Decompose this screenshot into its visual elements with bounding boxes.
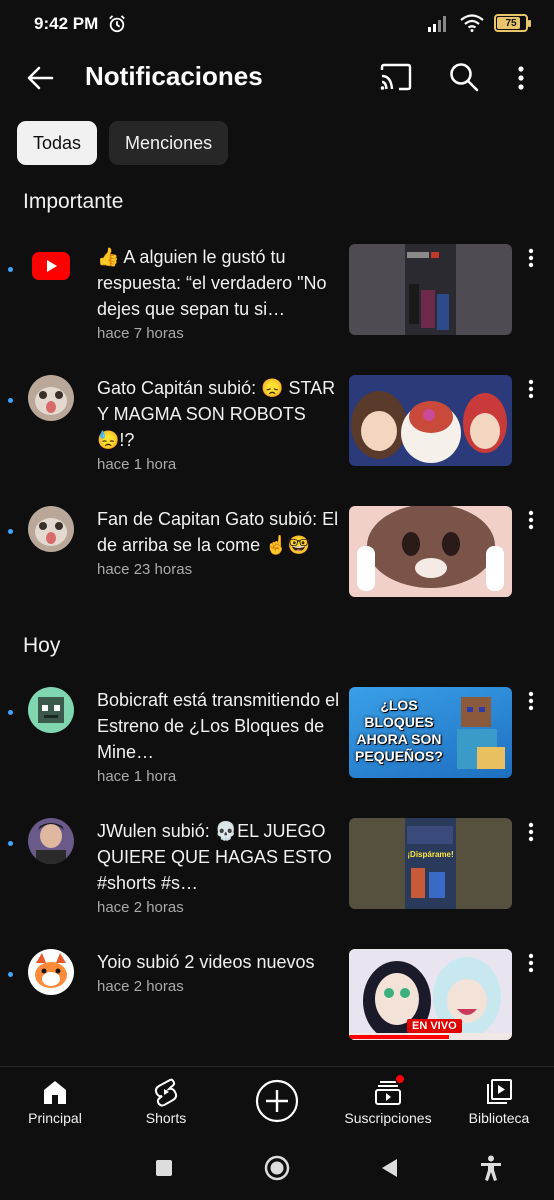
nav-biblioteca[interactable]: Biblioteca — [444, 1067, 554, 1137]
notification-time: hace 2 horas — [97, 978, 184, 995]
video-thumbnail[interactable]: EN VIVO — [349, 949, 512, 1040]
section-title-hoy: Hoy — [23, 634, 61, 657]
cast-icon[interactable] — [378, 60, 414, 96]
notification-text: Bobicraft está transmitiendo el Estreno … — [97, 687, 342, 785]
channel-avatar[interactable] — [28, 506, 74, 552]
nav-suscripciones[interactable]: Suscripciones — [333, 1067, 443, 1137]
thumbnail-art — [405, 818, 456, 909]
notification-time: hace 7 horas — [97, 325, 184, 342]
page-title: Notificaciones — [85, 61, 263, 91]
system-nav-bar — [0, 1136, 554, 1200]
notification-title: Yoio subió 2 videos nuevos — [97, 952, 315, 972]
accessibility-icon[interactable] — [477, 1154, 505, 1182]
status-time: 9:42 PM — [34, 14, 99, 33]
back-triangle-icon[interactable] — [376, 1154, 404, 1182]
notification-text: JWulen subió: 💀EL JUEGO QUIERE QUE HAGAS… — [97, 818, 342, 916]
video-thumbnail[interactable] — [349, 244, 512, 335]
battery-icon: 75 — [494, 14, 531, 32]
notification-item[interactable]: JWulen subió: 💀EL JUEGO QUIERE QUE HAGAS… — [0, 818, 554, 918]
signal-icon — [428, 16, 446, 32]
notification-title: Fan de Capitan Gato subió: El de arriba … — [97, 509, 339, 555]
filter-chips: Todas Menciones — [17, 121, 229, 165]
item-more-icon[interactable] — [521, 508, 541, 532]
thumbnail-text: ¿LOS BLOQUES AHORA SON PEQUEÑOS? — [355, 697, 443, 764]
item-more-icon[interactable] — [521, 951, 541, 975]
nav-label: Suscripciones — [344, 1110, 432, 1126]
notification-item[interactable]: Gato Capitán subió: 😞 STAR Y MAGMA SON R… — [0, 375, 554, 475]
notification-title: 👍 A alguien le gustó tu respuesta: “el v… — [97, 247, 327, 319]
channel-avatar[interactable] — [28, 949, 74, 995]
search-icon[interactable] — [446, 59, 482, 95]
youtube-logo-icon — [32, 252, 70, 280]
notification-item[interactable]: Fan de Capitan Gato subió: El de arriba … — [0, 506, 554, 606]
nav-shorts[interactable]: Shorts — [111, 1067, 221, 1137]
notification-time: hace 2 horas — [97, 899, 184, 916]
video-thumbnail[interactable]: ¡Dispárame! — [349, 818, 512, 909]
recents-icon[interactable] — [150, 1154, 178, 1182]
channel-avatar[interactable] — [28, 687, 74, 733]
channel-avatar[interactable] — [28, 375, 74, 421]
video-thumbnail[interactable] — [349, 375, 512, 466]
item-more-icon[interactable] — [521, 246, 541, 270]
unread-dot — [8, 841, 13, 846]
library-icon — [487, 1079, 512, 1104]
notification-item[interactable]: 👍 A alguien le gustó tu respuesta: “el v… — [0, 244, 554, 344]
chip-menciones[interactable]: Menciones — [109, 121, 229, 165]
nav-label: Principal — [28, 1110, 82, 1126]
status-bar: 9:42 PM 75 — [0, 0, 554, 50]
item-more-icon[interactable] — [521, 377, 541, 401]
unread-dot — [8, 529, 13, 534]
notification-text: 👍 A alguien le gustó tu respuesta: “el v… — [97, 244, 342, 342]
unread-dot — [8, 267, 13, 272]
nav-label: Biblioteca — [468, 1110, 530, 1126]
wifi-icon — [460, 14, 484, 32]
live-badge: EN VIVO — [407, 1019, 462, 1033]
channel-avatar[interactable] — [28, 818, 74, 864]
notification-time: hace 1 hora — [97, 456, 177, 473]
app-header: Notificaciones — [0, 50, 554, 106]
unread-dot — [8, 398, 13, 403]
unread-dot — [8, 972, 13, 977]
notification-title: Bobicraft está transmitiendo el Estreno … — [97, 690, 340, 762]
notification-item[interactable]: Bobicraft está transmitiendo el Estreno … — [0, 687, 554, 787]
nav-create[interactable] — [222, 1067, 332, 1137]
notification-badge — [395, 1074, 405, 1084]
notification-time: hace 1 hora — [97, 768, 177, 785]
notification-text: Yoio subió 2 videos nuevos hace 2 horas — [97, 949, 342, 995]
alarm-icon — [109, 15, 125, 33]
chip-todas[interactable]: Todas — [17, 121, 98, 165]
home-icon — [44, 1081, 66, 1104]
nav-label: Shorts — [145, 1110, 187, 1126]
notification-text: Gato Capitán subió: 😞 STAR Y MAGMA SON R… — [97, 375, 342, 473]
item-more-icon[interactable] — [521, 689, 541, 713]
item-more-icon[interactable] — [521, 820, 541, 844]
notification-text: Fan de Capitan Gato subió: El de arriba … — [97, 506, 342, 578]
video-thumbnail[interactable]: ¿LOS BLOQUES AHORA SON PEQUEÑOS? — [349, 687, 512, 778]
battery-text: 75 — [505, 17, 517, 29]
notification-item[interactable]: Yoio subió 2 videos nuevos hace 2 horas … — [0, 949, 554, 1049]
more-vert-icon[interactable] — [506, 60, 536, 96]
video-thumbnail[interactable] — [349, 506, 512, 597]
thumbnail-text: ¡Dispárame! — [407, 850, 454, 859]
home-circle-icon[interactable] — [263, 1154, 291, 1182]
notification-title: JWulen subió: 💀EL JUEGO QUIERE QUE HAGAS… — [97, 821, 332, 893]
shorts-icon — [154, 1078, 178, 1107]
back-arrow-icon[interactable] — [22, 60, 58, 96]
section-title-importante: Importante — [23, 190, 124, 213]
create-plus-icon — [255, 1079, 299, 1123]
unread-dot — [8, 710, 13, 715]
notification-title: Gato Capitán subió: 😞 STAR Y MAGMA SON R… — [97, 378, 336, 450]
nav-principal[interactable]: Principal — [0, 1067, 110, 1137]
bottom-nav: Principal Shorts Suscripciones Bibliotec… — [0, 1066, 554, 1136]
notification-time: hace 23 horas — [97, 561, 193, 578]
